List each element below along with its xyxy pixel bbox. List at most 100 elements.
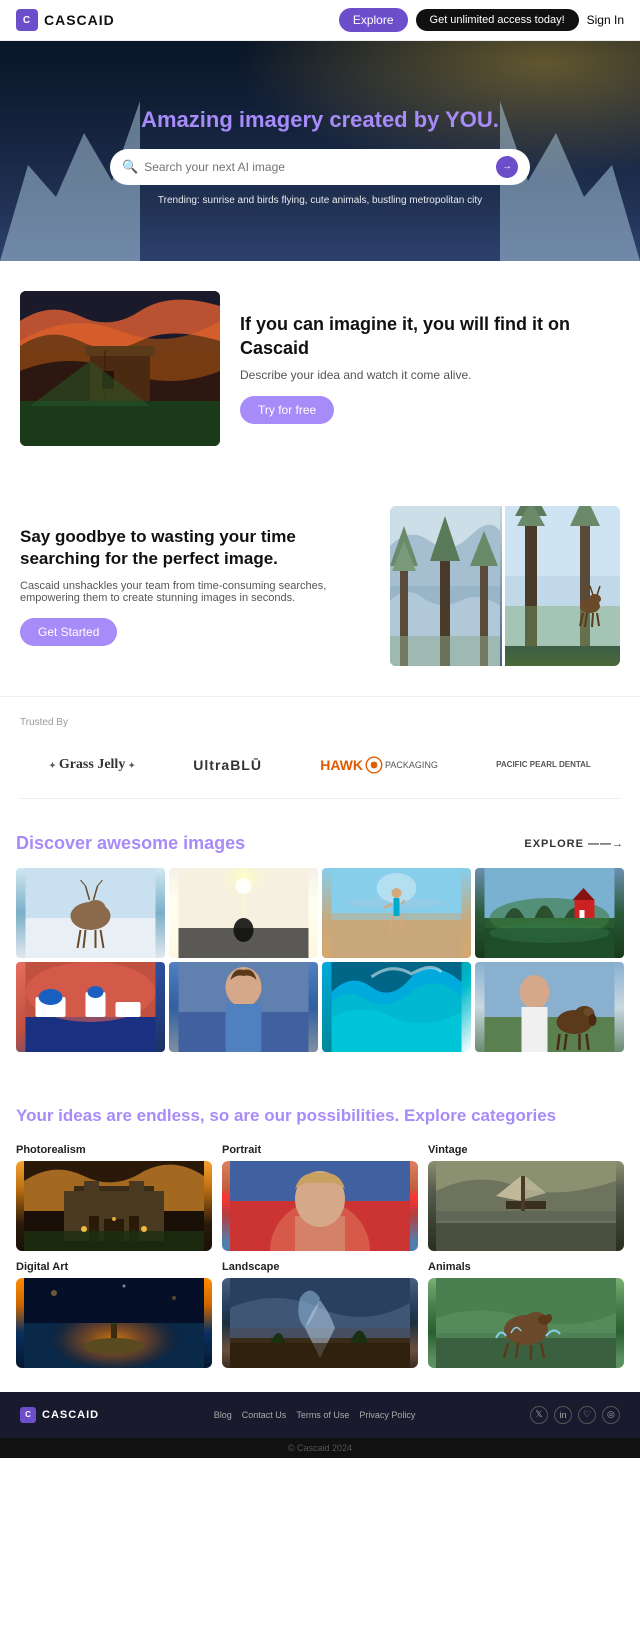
hero-section: Amazing imagery created by YOU. 🔍 → Tren… (0, 41, 640, 261)
footer-bottom: © Cascaid 2024 (0, 1438, 640, 1458)
category-item-photorealism[interactable]: Photorealism (16, 1144, 212, 1251)
brand-hawk-text: HAWK (320, 757, 363, 773)
category-item-portrait[interactable]: Portrait (222, 1144, 418, 1251)
instagram-icon[interactable]: ◎ (602, 1406, 620, 1424)
cat-label-animals: Animals (428, 1261, 624, 1273)
imagine-svg (20, 291, 220, 446)
hero-title-accent: YOU. (445, 107, 499, 132)
hero-title: Amazing imagery created by YOU. (20, 107, 620, 133)
trusted-label: Trusted By (20, 717, 620, 728)
explore-link[interactable]: EXPLORE ——→ (524, 838, 624, 850)
twitter-icon[interactable]: 𝕏 (530, 1406, 548, 1424)
unlimited-button[interactable]: Get unlimited access today! (416, 9, 579, 31)
cat-img-digital-art (16, 1278, 212, 1368)
brand-ultrablu-text: UltraBLŪ (193, 757, 262, 773)
category-item-landscape[interactable]: Landscape (222, 1261, 418, 1368)
imagine-text: If you can imagine it, you will find it … (240, 313, 620, 424)
brand-pacific-text: PACIFIC PEARL DENTAL (496, 760, 591, 769)
portrait-svg (222, 1161, 418, 1251)
trending-items: sunrise and birds flying, cute animals, … (203, 195, 483, 206)
vintage-svg (428, 1161, 624, 1251)
discover-img-santorini (16, 962, 165, 1052)
forest-image-left (390, 506, 502, 666)
categories-title: Your ideas are endless, so are our possi… (16, 1104, 624, 1128)
discover-img-norway (475, 868, 624, 958)
brand-hawk: HAWK ⦿ PACKAGING (320, 752, 438, 778)
brand-grass-jelly: ✦ Grass Jelly ✦ (49, 757, 135, 773)
discover-section: Discover awesome images EXPLORE ——→ (0, 809, 640, 1080)
explore-button[interactable]: Explore (339, 8, 408, 32)
goodbye-heading: Say goodbye to wasting your time searchi… (20, 526, 370, 570)
cat-img-photorealism (16, 1161, 212, 1251)
try-free-button[interactable]: Try for free (240, 396, 334, 424)
discover-img-beach (322, 868, 471, 958)
search-input[interactable] (144, 160, 496, 174)
categories-grid: Photorealism (16, 1144, 624, 1368)
hero-title-plain: Amazing imagery created by (141, 107, 445, 132)
cat-label-vintage: Vintage (428, 1144, 624, 1156)
beach-svg (322, 868, 471, 958)
category-item-animals[interactable]: Animals (428, 1261, 624, 1368)
footer-link-terms[interactable]: Terms of Use (296, 1410, 349, 1420)
search-icon: 🔍 (122, 159, 138, 175)
discover-img-light (169, 868, 318, 958)
footer-links: Blog Contact Us Terms of Use Privacy Pol… (214, 1410, 416, 1420)
imagine-description: Describe your idea and watch it come ali… (240, 368, 620, 382)
signin-button[interactable]: Sign In (587, 13, 624, 27)
category-item-vintage[interactable]: Vintage (428, 1144, 624, 1251)
woman-denim-svg (169, 962, 318, 1052)
cat-img-landscape (222, 1278, 418, 1368)
discover-title-suffix: images (178, 833, 245, 853)
landscape-svg (222, 1278, 418, 1368)
forest-image-right (505, 506, 620, 666)
santorini-svg (16, 962, 165, 1052)
footer-link-blog[interactable]: Blog (214, 1410, 232, 1420)
goodbye-section: Say goodbye to wasting your time searchi… (0, 476, 640, 696)
animals-svg (428, 1278, 624, 1368)
search-button[interactable]: → (496, 156, 518, 178)
navbar-right: Explore Get unlimited access today! Sign… (339, 8, 624, 32)
footer-link-contact[interactable]: Contact Us (242, 1410, 287, 1420)
forest-svg-right (505, 506, 620, 646)
imagine-heading: If you can imagine it, you will find it … (240, 313, 620, 360)
footer-socials: 𝕏 in ♡ ◎ (530, 1406, 620, 1424)
discover-grid-row2 (16, 962, 624, 1052)
forest-svg-left (390, 506, 500, 666)
discover-img-wave (322, 962, 471, 1052)
categories-section: Your ideas are endless, so are our possi… (0, 1080, 640, 1392)
goodbye-text: Say goodbye to wasting your time searchi… (20, 526, 370, 646)
footer-logo-text: CASCAID (42, 1409, 99, 1421)
deer-snow-svg (16, 868, 165, 958)
discover-img-deer-snow (16, 868, 165, 958)
logo: C CASCAID (16, 9, 115, 31)
categories-title-plain: Your ideas are endless, so are our possi… (16, 1106, 471, 1125)
photorealism-svg (16, 1161, 212, 1251)
footer-link-privacy[interactable]: Privacy Policy (359, 1410, 415, 1420)
discover-title-plain: Discover (16, 833, 97, 853)
goodbye-images (390, 506, 620, 666)
imagine-section: If you can imagine it, you will find it … (0, 261, 640, 476)
linkedin-icon[interactable]: in (554, 1406, 572, 1424)
brand-ultrablu: UltraBLŪ (193, 757, 262, 773)
category-item-digital-art[interactable]: Digital Art (16, 1261, 212, 1368)
footer-logo: C CASCAID (20, 1407, 99, 1423)
norway-svg (475, 868, 624, 958)
brand-pacific: PACIFIC PEARL DENTAL (496, 760, 591, 770)
search-arrow: → (502, 161, 512, 172)
cat-img-vintage (428, 1161, 624, 1251)
discover-grid-row1 (16, 868, 624, 958)
footer-logo-icon: C (20, 1407, 36, 1423)
heart-icon[interactable]: ♡ (578, 1406, 596, 1424)
discover-img-woman-denim (169, 962, 318, 1052)
cat-label-digital-art: Digital Art (16, 1261, 212, 1273)
logo-text: CASCAID (44, 12, 115, 28)
discover-title-accent: awesome (97, 833, 178, 853)
brand-packaging: PACKAGING (385, 760, 438, 770)
get-started-button[interactable]: Get Started (20, 618, 117, 646)
logo-icon: C (16, 9, 38, 31)
navbar: C CASCAID Explore Get unlimited access t… (0, 0, 640, 41)
goodbye-description: Cascaid unshackles your team from time-c… (20, 580, 370, 604)
trending-label: Trending: (158, 195, 200, 206)
cat-label-portrait: Portrait (222, 1144, 418, 1156)
brand-dots-left: ✦ (49, 761, 56, 770)
